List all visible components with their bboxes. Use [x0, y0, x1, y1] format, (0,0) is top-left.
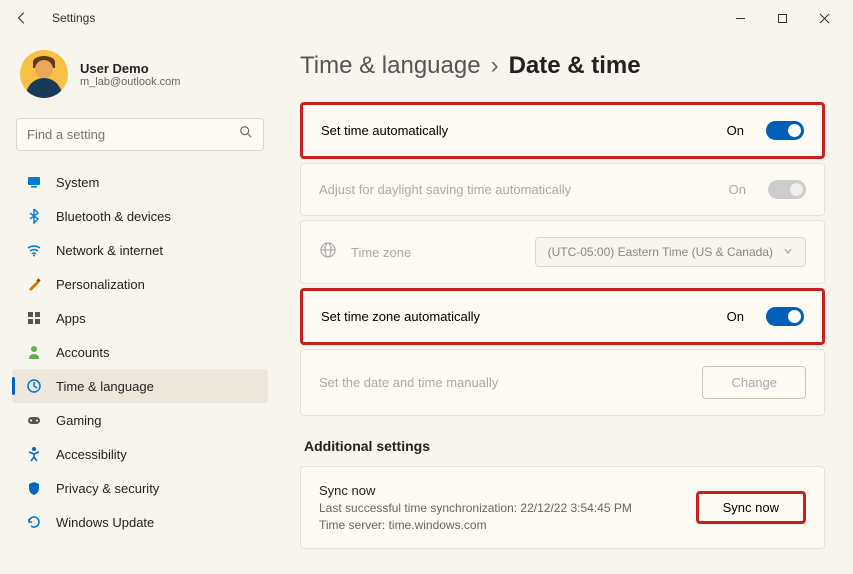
sync-server: Time server: time.windows.com	[319, 518, 682, 532]
sidebar-item-accessibility[interactable]: Accessibility	[12, 437, 268, 471]
setting-timezone: Time zone (UTC-05:00) Eastern Time (US &…	[300, 220, 825, 284]
setting-auto-tz: Set time zone automatically On	[300, 288, 825, 345]
shield-icon	[26, 480, 42, 496]
sidebar-item-apps[interactable]: Apps	[12, 301, 268, 335]
setting-label: Set time zone automatically	[321, 309, 713, 324]
sidebar-item-gaming[interactable]: Gaming	[12, 403, 268, 437]
person-icon	[26, 344, 42, 360]
nav-list: System Bluetooth & devices Network & int…	[12, 165, 268, 574]
sidebar-item-personalization[interactable]: Personalization	[12, 267, 268, 301]
sync-title: Sync now	[319, 483, 682, 498]
setting-label: Set the date and time manually	[319, 375, 688, 390]
chevron-right-icon: ›	[491, 52, 499, 80]
user-email: m_lab@outlook.com	[80, 76, 180, 88]
sidebar-item-accounts[interactable]: Accounts	[12, 335, 268, 369]
globe-icon	[319, 241, 337, 264]
sidebar: User Demo m_lab@outlook.com System Bluet…	[0, 36, 280, 574]
back-button[interactable]	[8, 4, 36, 32]
breadcrumb: Time & language › Date & time	[300, 52, 825, 80]
bluetooth-icon	[26, 208, 42, 224]
titlebar: Settings	[0, 0, 853, 36]
breadcrumb-parent[interactable]: Time & language	[300, 52, 481, 80]
sync-now-button[interactable]: Sync now	[696, 491, 806, 524]
sidebar-item-bluetooth[interactable]: Bluetooth & devices	[12, 199, 268, 233]
sidebar-item-update[interactable]: Windows Update	[12, 505, 268, 539]
dst-toggle	[768, 180, 806, 199]
sync-last: Last successful time synchronization: 22…	[319, 501, 682, 515]
sidebar-item-time-language[interactable]: Time & language	[12, 369, 268, 403]
sidebar-item-system[interactable]: System	[12, 165, 268, 199]
toggle-state: On	[727, 309, 744, 324]
auto-time-toggle[interactable]	[766, 121, 804, 140]
setting-sync: Sync now Last successful time synchroniz…	[300, 466, 825, 549]
close-button[interactable]	[803, 3, 845, 33]
setting-label: Set time automatically	[321, 123, 713, 138]
avatar	[20, 50, 68, 98]
user-block[interactable]: User Demo m_lab@outlook.com	[12, 42, 268, 114]
toggle-state: On	[727, 123, 744, 138]
setting-label: Adjust for daylight saving time automati…	[319, 182, 715, 197]
main-content: Time & language › Date & time Set time a…	[280, 36, 853, 574]
change-button: Change	[702, 366, 806, 399]
window-title: Settings	[52, 11, 95, 25]
page-title: Date & time	[509, 52, 641, 80]
sidebar-item-privacy[interactable]: Privacy & security	[12, 471, 268, 505]
setting-dst: Adjust for daylight saving time automati…	[300, 163, 825, 216]
game-icon	[26, 412, 42, 428]
update-icon	[26, 514, 42, 530]
additional-heading: Additional settings	[304, 438, 825, 454]
sidebar-item-network[interactable]: Network & internet	[12, 233, 268, 267]
setting-manual-date: Set the date and time manually Change	[300, 349, 825, 416]
toggle-state: On	[729, 182, 746, 197]
auto-tz-toggle[interactable]	[766, 307, 804, 326]
maximize-button[interactable]	[761, 3, 803, 33]
system-icon	[26, 174, 42, 190]
apps-icon	[26, 310, 42, 326]
search-icon	[239, 125, 253, 144]
accessibility-icon	[26, 446, 42, 462]
minimize-button[interactable]	[719, 3, 761, 33]
search-box[interactable]	[16, 118, 264, 151]
user-name: User Demo	[80, 61, 180, 76]
timezone-dropdown: (UTC-05:00) Eastern Time (US & Canada)	[535, 237, 806, 267]
clock-icon	[26, 378, 42, 394]
setting-auto-time: Set time automatically On	[300, 102, 825, 159]
wifi-icon	[26, 242, 42, 258]
brush-icon	[26, 276, 42, 292]
search-input[interactable]	[27, 127, 239, 142]
chevron-down-icon	[783, 245, 793, 259]
setting-label: Time zone	[351, 245, 521, 260]
